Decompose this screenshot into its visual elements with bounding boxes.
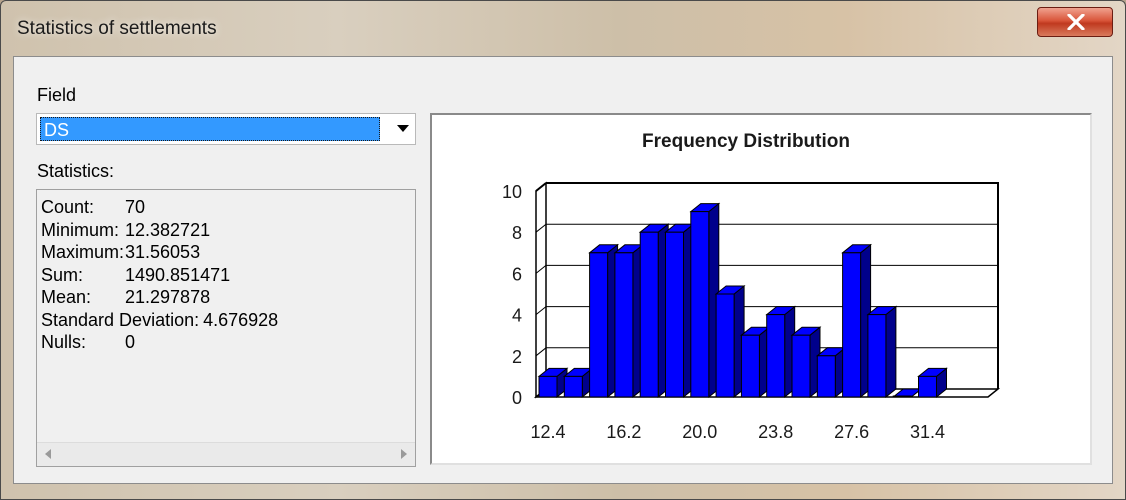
stat-row-sum: Sum: 1490.851471 — [41, 264, 278, 287]
bar — [867, 314, 887, 398]
x-tick-label: 20.0 — [682, 422, 717, 442]
statistics-label: Statistics: — [37, 161, 115, 181]
y-tick-label: 10 — [502, 182, 522, 202]
statistics-panel: Count: 70 Minimum: 12.382721 Maximum: 31.56… — [36, 189, 416, 467]
y-tick-label: 4 — [512, 306, 522, 326]
bar — [892, 395, 912, 398]
bar — [842, 252, 862, 398]
bar — [563, 375, 583, 398]
field-selected-value: DS — [40, 117, 380, 141]
stat-name: Sum: — [41, 264, 84, 285]
y-tick-label: 8 — [512, 223, 522, 243]
chevron-down-icon[interactable] — [397, 125, 409, 133]
close-icon — [1067, 14, 1085, 30]
stat-name: Minimum: — [41, 219, 120, 240]
stat-row-count: Count: 70 — [41, 196, 278, 219]
title-bar[interactable]: Statistics of settlements — [1, 1, 1125, 55]
stat-value: 12.382721 — [125, 219, 211, 240]
bar — [589, 252, 609, 398]
bar — [690, 211, 710, 398]
bar — [766, 314, 786, 398]
stat-value: 1490.851471 — [125, 264, 231, 285]
bar — [665, 231, 684, 398]
bar — [918, 375, 937, 398]
x-tick-label: 31.4 — [910, 422, 945, 442]
x-tick-label: 27.6 — [834, 422, 869, 442]
stat-row-maximum: Maximum: 31.56053 — [41, 241, 278, 264]
arrow-left-icon[interactable] — [45, 449, 51, 459]
y-tick-label: 2 — [512, 347, 522, 367]
bar — [538, 375, 558, 398]
statistics-list: Count: 70 Minimum: 12.382721 Maximum: 31.56… — [41, 196, 278, 354]
y-tick-label: 0 — [512, 388, 522, 408]
stat-row-nulls: Nulls: 0 — [41, 331, 278, 354]
x-tick-label: 12.4 — [530, 422, 565, 442]
bar — [639, 231, 659, 398]
window-title: Statistics of settlements — [17, 18, 217, 39]
bar — [715, 293, 735, 398]
stat-row-mean: Mean: 21.297878 — [41, 286, 278, 309]
frequency-chart: Frequency Distribution 0 2 4 6 8 10 12.4 16.2 20.… — [502, 131, 1001, 442]
x-tick-label: 23.8 — [758, 422, 793, 442]
stat-row-minimum: Minimum: 12.382721 — [41, 219, 278, 242]
chart-title: Frequency Distribution — [642, 131, 850, 152]
chart-left-wall — [535, 181, 547, 399]
stat-value: 31.56053 — [125, 242, 201, 262]
dialog-body: Field DS Statistics: Count: 70 Minimum: 12… — [13, 56, 1113, 484]
bar — [740, 334, 760, 398]
stat-value: 4.676928 — [203, 309, 279, 330]
close-button[interactable] — [1037, 7, 1113, 37]
bar — [816, 355, 836, 398]
stat-name: Maximum: — [41, 242, 125, 262]
bar-side — [885, 305, 897, 399]
x-tick-label: 16.2 — [606, 422, 641, 442]
stat-name: Nulls: — [41, 332, 87, 352]
bar — [791, 334, 811, 398]
stat-name: Count: — [41, 197, 95, 217]
stat-value: 70 — [125, 197, 146, 217]
stat-value: 0 — [125, 332, 136, 352]
statistics-dialog: Statistics of settlements Field DS Stati… — [0, 0, 1126, 500]
bar — [614, 252, 634, 398]
stat-row-standard-deviation: Standard Deviation: 4.676928 — [41, 309, 278, 332]
arrow-right-icon[interactable] — [401, 449, 407, 459]
stat-name: Standard Deviation: — [41, 309, 200, 330]
field-label: Field — [37, 85, 77, 105]
field-dropdown[interactable]: DS — [36, 113, 416, 145]
y-tick-label: 6 — [512, 264, 522, 284]
stat-value: 21.297878 — [125, 287, 211, 307]
frequency-chart-panel: Frequency Distribution 0 2 4 6 8 10 12.4 16.2 20.… — [430, 113, 1092, 465]
stat-name: Mean: — [41, 287, 92, 307]
horizontal-scrollbar[interactable] — [37, 442, 415, 466]
